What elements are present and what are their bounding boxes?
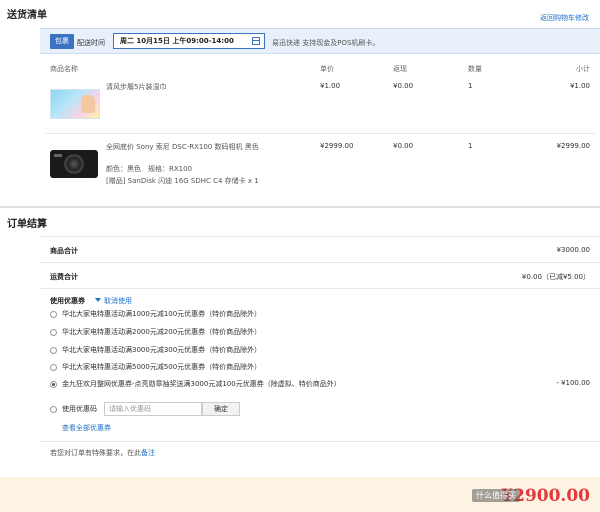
item-subtotal: ¥1.00 bbox=[569, 82, 590, 90]
back-to-cart-link[interactable]: 返回购物车修改 bbox=[540, 13, 589, 23]
coupon-text: 华北大家电特惠活动满5000元减500元优惠券（特价商品除外） bbox=[62, 363, 262, 371]
coupon-text: 华北大家电特惠活动满3000元减300元优惠券（特价商品除外） bbox=[62, 346, 262, 354]
item-price: ¥1.00 bbox=[320, 82, 341, 90]
coupon-option[interactable]: 华北大家电特惠活动满5000元减500元优惠券（特价商品除外） bbox=[50, 362, 590, 374]
product-image-camera[interactable] bbox=[50, 150, 98, 178]
delivery-date-select[interactable]: 周二 10月15日 上午09:00-14:00 bbox=[113, 33, 265, 49]
delivery-section-title: 送货清单 bbox=[7, 10, 47, 21]
product-name-link[interactable]: 全网底价 Sony 索尼 DSC-RX100 数码相机 黑色 bbox=[106, 142, 259, 152]
order-footer-bar: ¥2900.00 什么值得买 bbox=[0, 477, 600, 512]
section-divider bbox=[0, 206, 600, 208]
coupon-radio[interactable] bbox=[50, 347, 57, 354]
order-summary-title: 订单结算 bbox=[7, 219, 47, 230]
product-name-link[interactable]: 清风步履5片装湿巾 bbox=[106, 82, 166, 92]
item-qty: 1 bbox=[468, 82, 473, 90]
view-all-coupons-link[interactable]: 查看全部优惠券 bbox=[62, 423, 111, 433]
col-header-subtotal: 小计 bbox=[576, 65, 590, 73]
coupon-option[interactable]: 金九狂欢月整网优惠券-点亮勋章抽奖送满3000元减100元优惠券（除虚拟、特价商… bbox=[50, 379, 590, 391]
row-divider bbox=[46, 133, 595, 134]
coupon-option[interactable]: 华北大家电特惠活动满1000元减100元优惠券（特价商品除外） bbox=[50, 309, 590, 321]
camera-lens bbox=[64, 154, 84, 174]
coupon-code-radio[interactable] bbox=[50, 406, 57, 413]
coupon-option[interactable]: 华北大家电特惠活动满2000元减200元优惠券（特价商品除外） bbox=[50, 327, 590, 339]
coupon-text: 金九狂欢月整网优惠券-点亮勋章抽奖送满3000元减100元优惠券（除虚拟、特价商… bbox=[62, 380, 341, 388]
coupon-option[interactable]: 华北大家电特惠活动满3000元减300元优惠券（特价商品除外） bbox=[50, 345, 590, 357]
remark-prefix: 若您对订单有特殊要求，在此 bbox=[50, 449, 141, 457]
watermark-logo: 什么值得买 bbox=[472, 489, 520, 502]
coupon-radio[interactable] bbox=[50, 311, 57, 318]
coupon-section-label: 使用优惠券 bbox=[50, 297, 85, 305]
order-remark: 若您对订单有特殊要求，在此备注 bbox=[50, 448, 155, 458]
item-subtotal: ¥2999.00 bbox=[556, 142, 590, 150]
delivery-time-label: 配送时间 bbox=[77, 39, 105, 47]
chevron-down-icon[interactable] bbox=[95, 298, 101, 302]
coupon-radio[interactable] bbox=[50, 329, 57, 336]
product-image-wipes[interactable] bbox=[50, 89, 100, 119]
item-price: ¥2999.00 bbox=[320, 142, 354, 150]
product-attributes: 颜色：黑色 规格：RX100 bbox=[106, 165, 193, 173]
col-header-name: 商品名称 bbox=[50, 65, 78, 73]
col-header-cashback: 返现 bbox=[393, 65, 407, 73]
coupon-code-label: 使用优惠码 bbox=[62, 405, 97, 413]
delivery-date-value: 周二 10月15日 上午09:00-14:00 bbox=[120, 37, 234, 45]
summary-divider bbox=[40, 236, 600, 237]
goods-total-label: 商品合计 bbox=[50, 247, 78, 255]
coupon-radio[interactable] bbox=[50, 364, 57, 371]
item-cashback: ¥0.00 bbox=[393, 82, 414, 90]
goods-total-value: ¥3000.00 bbox=[556, 246, 590, 254]
shipping-total-value: ¥0.00（已减¥5.00） bbox=[521, 273, 590, 281]
coupon-text: 华北大家电特惠活动满1000元减100元优惠券（特价商品除外） bbox=[62, 310, 262, 318]
item-cashback: ¥0.00 bbox=[393, 142, 414, 150]
camera-flash bbox=[54, 154, 62, 157]
delivery-time-bar: 包裹 配送时间 周二 10月15日 上午09:00-14:00 易迅快递 支持现… bbox=[40, 28, 600, 54]
coupon-discount: - ¥100.00 bbox=[556, 379, 590, 387]
coupon-text: 华北大家电特惠活动满2000元减200元优惠券（特价商品除外） bbox=[62, 328, 262, 336]
package-tag: 包裹 bbox=[50, 34, 74, 49]
shipping-total-label: 运费合计 bbox=[50, 273, 78, 281]
coupon-radio-selected[interactable] bbox=[50, 381, 57, 388]
remark-link[interactable]: 备注 bbox=[141, 449, 155, 457]
summary-divider bbox=[40, 262, 600, 263]
col-header-qty: 数量 bbox=[468, 65, 482, 73]
product-gift: [赠品] SanDisk 闪迪 16G SDHC C4 存储卡 x 1 bbox=[106, 177, 259, 185]
item-qty: 1 bbox=[468, 142, 473, 150]
cancel-coupon-link[interactable]: 取消使用 bbox=[104, 296, 132, 306]
coupon-confirm-button[interactable]: 确定 bbox=[202, 402, 240, 416]
summary-divider bbox=[40, 441, 600, 442]
coupon-code-input[interactable]: 请输入优惠码 bbox=[104, 402, 202, 416]
delivery-service-note: 易迅快递 支持现金及POS机刷卡。 bbox=[272, 39, 380, 47]
summary-divider bbox=[40, 288, 600, 289]
calendar-icon[interactable] bbox=[252, 37, 260, 45]
col-header-price: 单价 bbox=[320, 65, 334, 73]
